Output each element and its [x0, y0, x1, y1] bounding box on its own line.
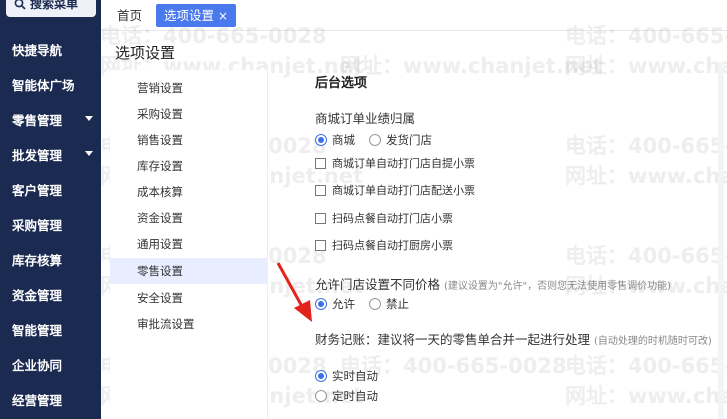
submenu-item-inventory[interactable]: 库存设置: [110, 153, 267, 179]
content-scrollbar[interactable]: [718, 62, 724, 419]
radio-unselected-icon: [315, 390, 327, 402]
radio-label: 定时自动: [332, 389, 378, 403]
sidebar-item-retail[interactable]: 零售管理: [0, 104, 101, 134]
submenu-item-marketing[interactable]: 营销设置: [110, 75, 267, 101]
mall-order-label: 商城订单业绩归属: [315, 111, 416, 126]
finance-setting-title: 财务记账：建议将一天的零售单合并一起进行处理: [315, 332, 591, 347]
sidebar: 搜索菜单 快捷导航 智能体广场 零售管理 批发管理 客户管理 采购管理 库存核算…: [0, 0, 101, 419]
checkbox-icon: [315, 239, 326, 251]
tab-label: 选项设置: [164, 8, 215, 23]
sidebar-item-wholesale[interactable]: 批发管理: [0, 139, 101, 169]
radio-selected-icon: [315, 134, 327, 146]
radio-realtime-auto[interactable]: 实时自动: [315, 368, 378, 384]
sidebar-item-label: 快捷导航: [12, 42, 63, 58]
radio-label: 允许: [332, 297, 355, 311]
submenu-item-label: 成本核算: [137, 185, 183, 199]
submenu-item-sales[interactable]: 销售设置: [110, 127, 267, 153]
submenu-item-general[interactable]: 通用设置: [110, 231, 267, 257]
sidebar-item-label: 企业协同: [12, 357, 63, 373]
sidebar-item-quick-nav[interactable]: 快捷导航: [0, 34, 101, 64]
radio-mall[interactable]: 商城: [315, 132, 355, 148]
submenu-item-purchase[interactable]: 采购设置: [110, 101, 267, 127]
caret-down-icon: [85, 151, 93, 156]
sidebar-item-label: 批发管理: [12, 147, 63, 163]
radio-allow[interactable]: 允许: [315, 296, 355, 312]
radio-label: 商城: [332, 133, 355, 147]
finance-setting-hint: (自动处理的时机随时可改): [594, 336, 712, 347]
radio-scheduled-auto[interactable]: 定时自动: [315, 388, 378, 404]
radio-forbid[interactable]: 禁止: [369, 296, 409, 312]
submenu-item-retail[interactable]: 零售设置: [110, 258, 267, 284]
sidebar-item-label: 客户管理: [12, 182, 63, 198]
settings-content: 后台选项 商城订单业绩归属 商城 发货门店 商城订单自动打门店自提小票 商城订单…: [268, 62, 727, 419]
checkbox-label: 商城订单自动打门店自提小票: [332, 157, 475, 170]
price-setting-label: 允许门店设置不同价格 (建议设置为"允许"，否则您无法使用零售调价功能): [315, 274, 671, 293]
caret-down-icon: [85, 116, 93, 121]
radio-selected-icon: [315, 370, 327, 382]
sidebar-item-label: 采购管理: [12, 217, 63, 233]
checkbox-icon: [315, 157, 326, 169]
section-title: 后台选项: [315, 76, 368, 91]
checkbox-mall-delivery-ticket[interactable]: 商城订单自动打门店配送小票: [315, 182, 475, 198]
submenu-item-label: 审批流设置: [137, 317, 195, 331]
sidebar-item-label: 智能管理: [12, 322, 63, 338]
menu-search-box[interactable]: 搜索菜单: [6, 0, 96, 17]
settings-submenu: 营销设置 采购设置 销售设置 库存设置 成本核算 资金设置 通用设置 零售设置 …: [110, 70, 267, 419]
sidebar-item-label: 库存核算: [12, 252, 63, 268]
submenu-item-label: 安全设置: [137, 291, 183, 305]
submenu-item-label: 销售设置: [137, 133, 183, 147]
sidebar-item-funds[interactable]: 资金管理: [0, 279, 101, 309]
radio-label: 发货门店: [386, 133, 432, 147]
checkbox-scan-kitchen-ticket[interactable]: 扫码点餐自动打厨房小票: [315, 237, 453, 253]
sidebar-item-collab[interactable]: 企业协同: [0, 349, 101, 379]
sidebar-item-smart[interactable]: 智能管理: [0, 314, 101, 344]
submenu-item-label: 采购设置: [137, 107, 183, 121]
tab-bar: 首页 选项设置 ×: [101, 0, 727, 31]
tab-label: 首页: [117, 8, 143, 23]
submenu-item-label: 营销设置: [137, 81, 183, 95]
radio-unselected-icon: [369, 298, 381, 310]
checkbox-label: 商城订单自动打门店配送小票: [332, 184, 475, 197]
checkbox-label: 扫码点餐自动打厨房小票: [332, 239, 453, 252]
radio-unselected-icon: [369, 134, 381, 146]
submenu-item-label: 库存设置: [137, 159, 183, 173]
red-arrow-annotation: [276, 262, 312, 322]
sidebar-item-label: 资金管理: [12, 287, 63, 303]
submenu-item-cost[interactable]: 成本核算: [110, 179, 267, 205]
tab-home[interactable]: 首页: [111, 4, 148, 27]
checkbox-icon: [315, 184, 326, 196]
sidebar-item-inventory[interactable]: 库存核算: [0, 244, 101, 274]
submenu-item-approval[interactable]: 审批流设置: [110, 311, 267, 337]
close-icon[interactable]: ×: [218, 9, 228, 23]
sidebar-item-label: 零售管理: [12, 112, 63, 128]
radio-label: 实时自动: [332, 369, 378, 383]
search-icon: [14, 0, 26, 10]
submenu-item-label: 通用设置: [137, 237, 183, 251]
finance-setting-label: 财务记账：建议将一天的零售单合并一起进行处理 (自动处理的时机随时可改): [315, 329, 712, 348]
sidebar-item-operations[interactable]: 经营管理: [0, 384, 101, 414]
radio-label: 禁止: [386, 297, 409, 311]
sidebar-item-agent-plaza[interactable]: 智能体广场: [0, 69, 101, 99]
submenu-item-funds[interactable]: 资金设置: [110, 205, 267, 231]
checkbox-scan-store-ticket[interactable]: 扫码点餐自动打门店小票: [315, 210, 453, 226]
sidebar-item-label: 智能体广场: [12, 77, 75, 93]
checkbox-mall-pickup-ticket[interactable]: 商城订单自动打门店自提小票: [315, 155, 475, 171]
tab-options-settings[interactable]: 选项设置 ×: [156, 4, 237, 27]
page-title: 选项设置: [115, 44, 176, 62]
submenu-item-label: 零售设置: [137, 264, 183, 278]
sidebar-item-customer[interactable]: 客户管理: [0, 174, 101, 204]
sidebar-item-purchase[interactable]: 采购管理: [0, 209, 101, 239]
checkbox-icon: [315, 212, 326, 224]
price-setting-hint: (建议设置为"允许"，否则您无法使用零售调价功能): [444, 281, 672, 292]
submenu-item-security[interactable]: 安全设置: [110, 285, 267, 311]
price-setting-title: 允许门店设置不同价格: [315, 277, 441, 292]
sidebar-item-label: 经营管理: [12, 392, 63, 408]
radio-shipping-store[interactable]: 发货门店: [369, 132, 432, 148]
submenu-item-label: 资金设置: [137, 211, 183, 225]
checkbox-label: 扫码点餐自动打门店小票: [332, 212, 453, 225]
menu-search-label: 搜索菜单: [30, 0, 79, 11]
